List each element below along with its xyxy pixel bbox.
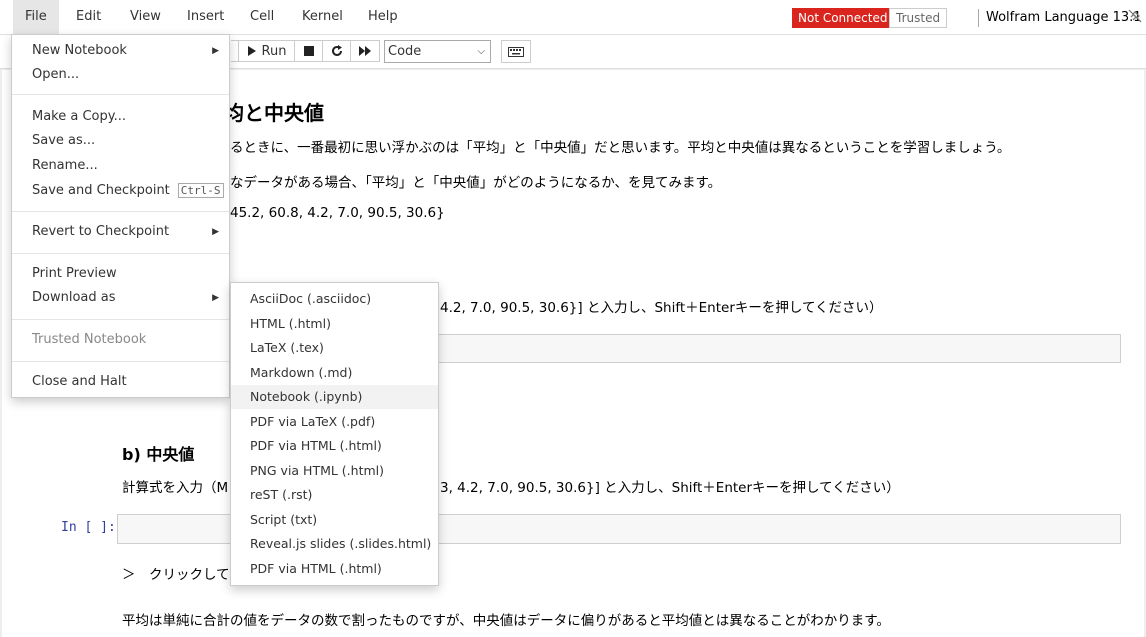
kernel-name: Wolfram Language 13.1 — [986, 10, 1142, 25]
cell-type-select[interactable]: Code ⌵ — [384, 40, 491, 63]
instruction-a-text: 4.2, 7.0, 90.5, 30.6}] と入力し、Shift＋Enterキ… — [440, 300, 883, 316]
menubar: File Edit View Insert Cell Kernel Help N… — [0, 0, 1146, 35]
shortcut-hint: Ctrl-S — [177, 183, 224, 198]
menu-item-close-halt[interactable]: Close and Halt — [12, 371, 229, 393]
menu-divider — [12, 319, 229, 320]
interrupt-button[interactable] — [294, 40, 323, 62]
data-values-text: 45.2, 60.8, 4.2, 7.0, 90.5, 30.6} — [230, 205, 445, 221]
menu-item-new-notebook[interactable]: New Notebook ▶ — [12, 40, 229, 62]
input-prompt: In [ ]: — [61, 520, 116, 535]
download-html[interactable]: HTML (.html) — [231, 312, 438, 336]
restart-run-all-button[interactable] — [350, 40, 380, 62]
menu-divider — [12, 253, 229, 254]
data-description-text: なデータがある場合、「平均」と「中央値」がどのようになるか、を見てみます。 — [230, 175, 722, 191]
section-b-title: b) 中央値 — [122, 445, 195, 464]
download-asciidoc[interactable]: AsciiDoc (.asciidoc) — [231, 287, 438, 311]
download-pdf-html-2[interactable]: PDF via HTML (.html) — [231, 557, 438, 581]
menu-item-trusted-notebook: Trusted Notebook — [32, 332, 147, 347]
download-rest[interactable]: reST (.rst) — [231, 483, 438, 507]
run-label: Run — [261, 43, 287, 59]
menu-view[interactable]: View — [118, 0, 173, 34]
menu-help[interactable]: Help — [356, 0, 410, 34]
click-to-expand[interactable]: ＞ クリックして — [122, 563, 230, 583]
menu-item-open[interactable]: Open... — [12, 64, 229, 86]
intro-text: るときに、一番最初に思い浮かぶのは「平均」と「中央値」だと思います。平均と中央値… — [230, 140, 1011, 156]
play-icon — [247, 46, 256, 56]
keyboard-icon — [508, 46, 524, 57]
menu-item-label: Download as — [32, 290, 116, 305]
download-reveal-slides[interactable]: Reveal.js slides (.slides.html) — [231, 532, 438, 556]
instruction-b-start: 計算式を入力（M — [122, 480, 229, 496]
download-latex[interactable]: LaTeX (.tex) — [231, 336, 438, 360]
menu-item-make-copy[interactable]: Make a Copy... — [12, 106, 229, 128]
menu-insert[interactable]: Insert — [175, 0, 236, 34]
menu-kernel[interactable]: Kernel — [290, 0, 355, 34]
menu-cell[interactable]: Cell — [238, 0, 286, 34]
menu-item-revert-checkpoint[interactable]: Revert to Checkpoint ▶ — [12, 221, 229, 243]
run-button[interactable]: Run — [238, 40, 295, 62]
command-palette-button[interactable] — [501, 40, 531, 63]
trusted-badge[interactable]: Trusted — [889, 8, 948, 28]
fast-forward-icon — [358, 46, 371, 56]
menu-item-label: Save and Checkpoint — [32, 183, 170, 198]
menu-item-label: Revert to Checkpoint — [32, 224, 170, 239]
chevron-down-icon: ⌵ — [477, 46, 485, 57]
kernel-divider — [978, 9, 979, 27]
menu-item-download-as[interactable]: Download as ▶ — [12, 287, 229, 309]
stop-icon — [303, 46, 314, 56]
menu-divider — [12, 361, 229, 362]
download-markdown[interactable]: Markdown (.md) — [231, 361, 438, 385]
section-a-title: 均と中央値 — [224, 101, 324, 125]
menu-item-label: New Notebook — [32, 43, 127, 58]
menu-divider — [12, 94, 229, 95]
restart-icon — [331, 45, 342, 56]
download-pdf-html[interactable]: PDF via HTML (.html) — [231, 434, 438, 458]
summary-text: 平均は単純に合計の値をデータの数で割ったものですが、中央値はデータに偏りがあると… — [122, 613, 890, 629]
menu-item-save-checkpoint[interactable]: Save and Checkpoint Ctrl-S — [12, 180, 229, 202]
menu-file[interactable]: File — [13, 0, 59, 34]
not-connected-badge[interactable]: Not Connected — [792, 8, 894, 28]
download-png-html[interactable]: PNG via HTML (.html) — [231, 459, 438, 483]
instruction-b-end: 3, 4.2, 7.0, 90.5, 30.6}] と入力し、Shift＋Ent… — [440, 480, 900, 496]
kernel-disconnected-icon — [1128, 9, 1142, 23]
file-menu-dropdown: New Notebook ▶ Open... Make a Copy... Sa… — [11, 34, 230, 398]
menu-item-rename[interactable]: Rename... — [12, 155, 229, 177]
menu-edit[interactable]: Edit — [64, 0, 113, 34]
download-script[interactable]: Script (txt) — [231, 508, 438, 532]
download-notebook[interactable]: Notebook (.ipynb) — [231, 385, 438, 409]
download-pdf-latex[interactable]: PDF via LaTeX (.pdf) — [231, 410, 438, 434]
caret-right-icon: ▶ — [212, 46, 219, 56]
code-cell-a-input[interactable] — [438, 334, 1121, 363]
menu-divider — [12, 211, 229, 212]
menu-item-print-preview[interactable]: Print Preview — [12, 263, 229, 285]
restart-button[interactable] — [322, 40, 351, 62]
download-as-submenu: AsciiDoc (.asciidoc) HTML (.html) LaTeX … — [230, 282, 439, 586]
caret-right-icon: ▶ — [212, 293, 219, 303]
caret-right-icon: ▶ — [212, 227, 219, 237]
menu-item-save-as[interactable]: Save as... — [12, 130, 229, 152]
cell-type-value: Code — [388, 44, 422, 59]
